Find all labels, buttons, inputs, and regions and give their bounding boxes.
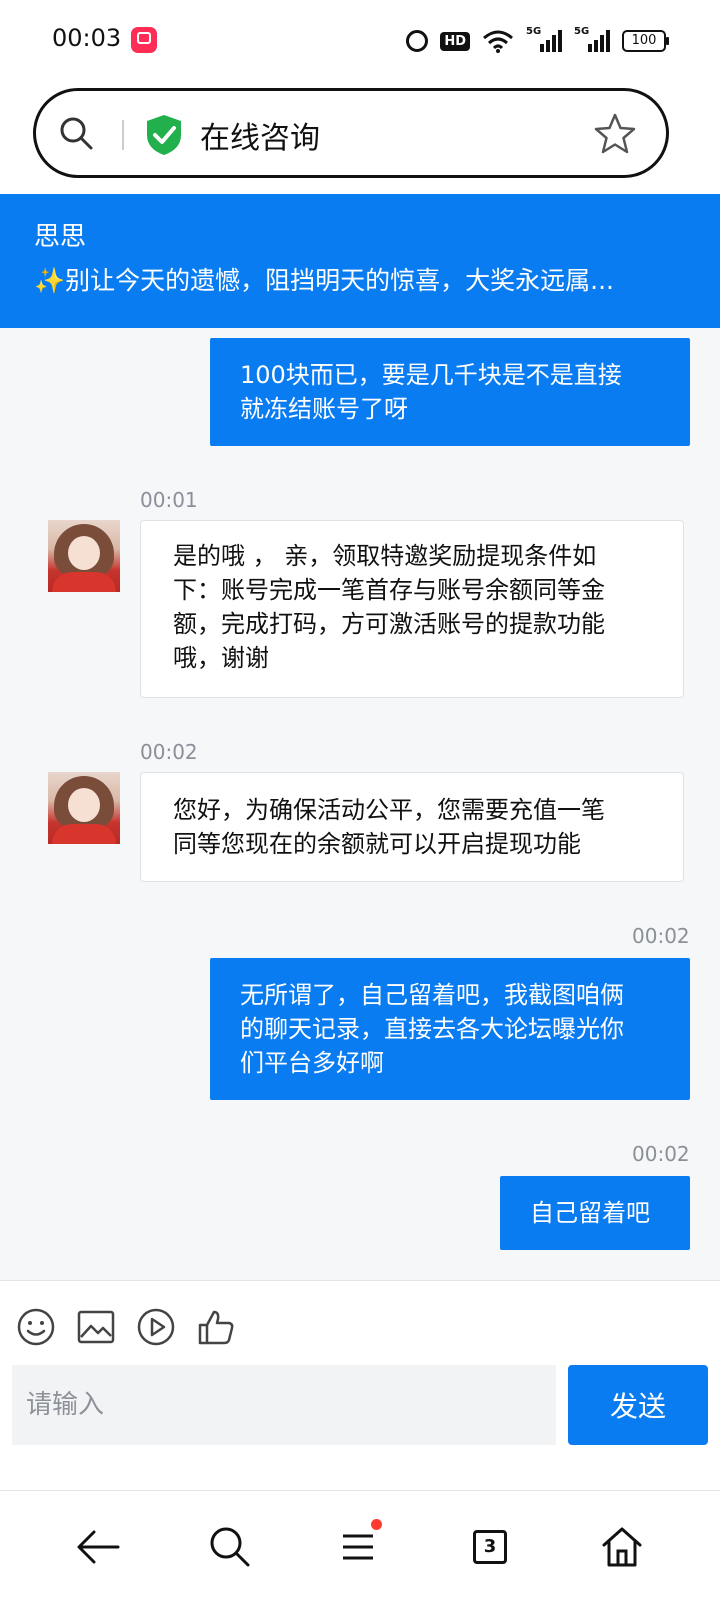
status-icons: HD 5G 5G 100 — [406, 26, 669, 55]
message-line: 自己留着吧 — [530, 1199, 650, 1227]
page-title: 在线咨询 — [200, 121, 320, 156]
message-bubble-outgoing: 100块而已，要是几千块是不是直接 就冻结账号了呀 — [210, 338, 690, 446]
app-notification-icon — [131, 27, 157, 53]
alarm-icon — [406, 30, 429, 52]
star-icon[interactable] — [592, 111, 638, 157]
message-line: 是的哦 ， 亲，领取特邀奖励提现条件如 — [173, 542, 597, 570]
message-line: 们平台多好啊 — [240, 1049, 384, 1077]
notification-dot — [371, 1519, 382, 1530]
thumbs-up-icon[interactable] — [196, 1307, 236, 1347]
search-icon — [210, 1527, 250, 1567]
browser-toolbar: 在线咨询 — [0, 80, 720, 194]
browser-bottom-nav: 3 — [0, 1490, 720, 1605]
message-timestamp: 00:02 — [632, 924, 690, 948]
message-line: 无所谓了，自己留着吧，我截图咱俩 — [240, 981, 624, 1009]
battery-icon: 100 — [622, 30, 669, 52]
back-button[interactable] — [70, 1519, 126, 1575]
agent-avatar[interactable] — [48, 772, 120, 844]
message-line: 哦，谢谢 — [173, 644, 269, 672]
network-type-1: 5G — [526, 26, 542, 37]
agent-banner: 思思 ✨别让今天的遗憾，阻挡明天的惊喜，大奖永远属... — [0, 194, 720, 328]
agent-name: 思思 — [34, 222, 87, 252]
menu-button[interactable] — [330, 1519, 386, 1575]
search-button[interactable] — [202, 1519, 258, 1575]
video-play-icon[interactable] — [136, 1307, 176, 1347]
menu-icon — [343, 1534, 373, 1560]
agent-notice: ✨别让今天的遗憾，阻挡明天的惊喜，大奖永远属... — [34, 266, 614, 295]
home-button[interactable] — [594, 1519, 650, 1575]
chat-area[interactable]: 100块而已，要是几千块是不是直接 就冻结账号了呀 00:01 是的哦 ， 亲，… — [0, 328, 720, 1280]
message-timestamp: 00:02 — [632, 1142, 690, 1166]
message-timestamp: 00:02 — [140, 740, 198, 764]
message-input[interactable] — [12, 1365, 556, 1445]
tabs-button[interactable]: 3 — [462, 1519, 518, 1575]
message-bubble-incoming: 您好，为确保活动公平，您需要充值一笔 同等您现在的余额就可以开启提现功能 — [140, 772, 684, 882]
agent-avatar[interactable] — [48, 520, 120, 592]
search-icon[interactable] — [58, 115, 94, 151]
status-bar: 00:03 HD 5G 5G 100 — [0, 0, 720, 80]
message-bubble-outgoing: 自己留着吧 — [500, 1176, 690, 1250]
address-bar[interactable]: 在线咨询 — [33, 88, 669, 178]
image-icon[interactable] — [76, 1307, 116, 1347]
back-arrow-icon — [77, 1530, 120, 1564]
send-button[interactable]: 发送 — [568, 1365, 708, 1445]
message-bubble-incoming: 是的哦 ， 亲，领取特邀奖励提现条件如 下：账号完成一笔首存与账号余额同等金 额… — [140, 520, 684, 698]
message-line: 同等您现在的余额就可以开启提现功能 — [173, 830, 581, 858]
home-icon — [602, 1527, 642, 1567]
message-line: 下：账号完成一笔首存与账号余额同等金 — [173, 576, 605, 604]
wifi-icon — [483, 30, 513, 53]
signal-5g-icon: 5G — [574, 26, 610, 52]
tabs-icon: 3 — [473, 1530, 507, 1564]
status-time: 00:03 — [52, 24, 122, 52]
hd-voice-icon: HD — [440, 31, 470, 51]
signal-5g-icon: 5G — [526, 26, 562, 52]
message-line: 额，完成打码，方可激活账号的提款功能 — [173, 610, 605, 638]
message-line: 100块而已，要是几千块是不是直接 — [240, 361, 622, 389]
network-type-2: 5G — [574, 26, 590, 37]
message-bubble-outgoing: 无所谓了，自己留着吧，我截图咱俩 的聊天记录，直接去各大论坛曝光你 们平台多好啊 — [210, 958, 690, 1100]
message-line: 您好，为确保活动公平，您需要充值一笔 — [173, 796, 605, 824]
message-composer: 发送 — [0, 1280, 720, 1491]
emoji-icon[interactable] — [16, 1307, 56, 1347]
message-line: 就冻结账号了呀 — [240, 395, 408, 423]
message-timestamp: 00:01 — [140, 488, 198, 512]
divider — [122, 120, 124, 150]
shield-check-icon — [147, 115, 181, 155]
message-line: 的聊天记录，直接去各大论坛曝光你 — [240, 1015, 624, 1043]
